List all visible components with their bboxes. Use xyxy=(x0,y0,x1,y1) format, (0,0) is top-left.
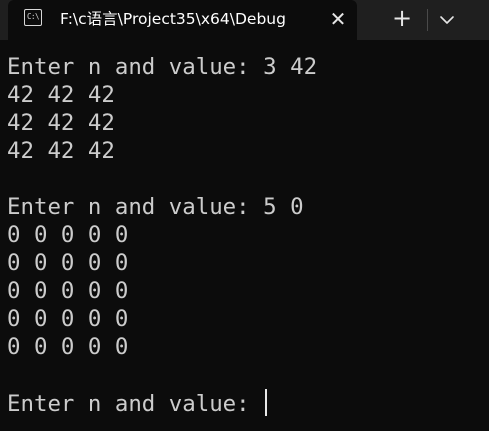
console-line: Enter n and value: 3 42 xyxy=(7,54,318,80)
terminal-window: C:\ F:\c语言\Project35\x64\Debug ✕ + Enter… xyxy=(0,0,489,431)
tab-divider xyxy=(427,9,428,31)
console-line: 42 42 42 xyxy=(7,82,115,108)
prompt-line[interactable]: Enter n and value: xyxy=(7,389,487,417)
console-line: 0 0 0 0 0 xyxy=(7,222,129,248)
console-output[interactable]: Enter n and value: 3 42 42 42 42 42 42 4… xyxy=(7,53,487,417)
text-cursor xyxy=(265,389,268,416)
console-line: 0 0 0 0 0 xyxy=(7,306,129,332)
console-line: 0 0 0 0 0 xyxy=(7,334,129,360)
console-line: 0 0 0 0 0 xyxy=(7,250,129,276)
console-line: Enter n and value: 5 0 xyxy=(7,194,304,220)
console-line: 42 42 42 xyxy=(7,110,115,136)
plus-icon[interactable]: + xyxy=(386,4,418,34)
console-line: 0 0 0 0 0 xyxy=(7,278,129,304)
prompt-text: Enter n and value: xyxy=(7,391,264,417)
terminal-tab[interactable]: C:\ F:\c语言\Project35\x64\Debug ✕ xyxy=(8,0,357,40)
terminal-icon: C:\ xyxy=(24,9,42,26)
title-bar: C:\ F:\c语言\Project35\x64\Debug ✕ + xyxy=(0,0,489,40)
chevron-down-icon[interactable] xyxy=(434,6,460,34)
close-icon[interactable]: ✕ xyxy=(324,6,352,34)
console-line: 42 42 42 xyxy=(7,138,115,164)
tab-title: F:\c语言\Project35\x64\Debug xyxy=(60,10,286,28)
